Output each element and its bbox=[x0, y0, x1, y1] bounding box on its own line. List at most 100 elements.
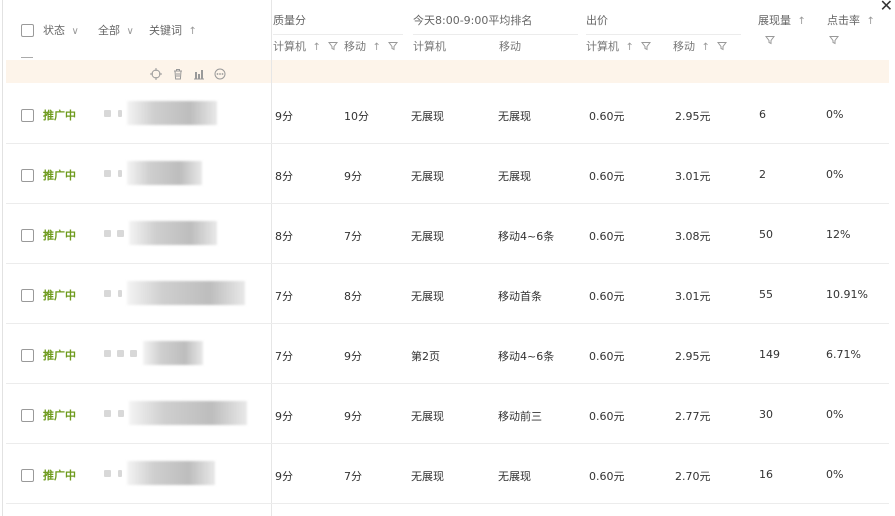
pc-rank: 无展现 bbox=[411, 230, 444, 243]
row-checkbox[interactable] bbox=[21, 229, 34, 242]
filter-icon[interactable] bbox=[717, 41, 728, 51]
row-checkbox[interactable] bbox=[21, 409, 34, 422]
pc-rank: 无展现 bbox=[411, 110, 444, 123]
more-icon[interactable] bbox=[214, 65, 226, 80]
redacted-keyword[interactable] bbox=[127, 161, 202, 185]
filter-icon[interactable] bbox=[328, 41, 339, 51]
pc-bid[interactable]: 0.60元 bbox=[589, 468, 625, 484]
mobile-bid[interactable]: 2.70元 bbox=[675, 468, 711, 484]
row-checkbox[interactable] bbox=[21, 169, 34, 182]
pc-score: 9分 bbox=[275, 410, 293, 423]
close-icon[interactable]: ✕ bbox=[880, 0, 893, 14]
table-row: 推广中 8分 9分 无展现 无展现 0.60元 3.01元 2 0% bbox=[3, 144, 895, 204]
redacted-keyword-mark bbox=[104, 350, 111, 357]
rank-mobile-label: 移动 bbox=[499, 40, 521, 53]
table-row: 推广中 9分 10分 无展现 无展现 0.60元 2.95元 6 0% bbox=[3, 84, 895, 144]
sort-arrow-icon: ↑ bbox=[797, 16, 806, 27]
mobile-bid[interactable]: 3.08元 bbox=[675, 228, 711, 244]
row-status[interactable]: 推广中 bbox=[43, 107, 76, 123]
filter-icon[interactable] bbox=[765, 35, 775, 45]
row-status[interactable]: 推广中 bbox=[43, 347, 76, 363]
redacted-keyword-mark bbox=[104, 410, 111, 417]
row-status[interactable]: 推广中 bbox=[43, 467, 76, 483]
chevron-down-icon: ∨ bbox=[71, 26, 79, 37]
row-status[interactable]: 推广中 bbox=[43, 227, 76, 243]
filter-icon[interactable] bbox=[388, 41, 399, 51]
bid-mobile-label: 移动 bbox=[673, 40, 695, 53]
pc-bid[interactable]: 0.60元 bbox=[589, 408, 625, 424]
impressions-sort[interactable]: 展现量 ↑ bbox=[758, 12, 806, 28]
bar-chart-icon[interactable] bbox=[193, 65, 205, 80]
redacted-keyword[interactable] bbox=[127, 281, 245, 305]
mobile-bid[interactable]: 3.01元 bbox=[675, 168, 711, 184]
pc-bid[interactable]: 0.60元 bbox=[589, 228, 625, 244]
ctr: 0% bbox=[826, 108, 844, 121]
mobile-bid[interactable]: 2.77元 bbox=[675, 408, 711, 424]
redacted-keyword[interactable] bbox=[129, 401, 247, 425]
pc-bid[interactable]: 0.60元 bbox=[589, 108, 625, 124]
bulk-toolbar bbox=[6, 60, 889, 83]
mobile-rank: 移动4~6条 bbox=[498, 350, 555, 363]
ctr-sort[interactable]: 点击率 ↑ bbox=[827, 12, 875, 28]
row-checkbox[interactable] bbox=[21, 289, 34, 302]
ctr-filter[interactable] bbox=[825, 34, 839, 47]
filter-icon[interactable] bbox=[641, 41, 652, 51]
redacted-keyword[interactable] bbox=[127, 461, 215, 485]
ctr-header-label: 点击率 bbox=[827, 14, 860, 27]
collapse-indicator[interactable] bbox=[21, 57, 33, 58]
row-checkbox[interactable] bbox=[21, 349, 34, 362]
crosshair-icon[interactable] bbox=[150, 65, 162, 80]
all-filter[interactable]: 全部 ∨ bbox=[98, 22, 134, 38]
impressions-filter[interactable] bbox=[761, 34, 775, 47]
mobile-score: 7分 bbox=[344, 470, 362, 483]
sort-arrow-icon: ↑ bbox=[312, 42, 321, 53]
row-checkbox[interactable] bbox=[21, 109, 34, 122]
mobile-bid[interactable]: 2.95元 bbox=[675, 108, 711, 124]
mobile-score: 7分 bbox=[344, 230, 362, 243]
keyword-sort[interactable]: 关键词 ↑ bbox=[149, 22, 197, 38]
redacted-keyword-mark bbox=[118, 410, 124, 417]
row-status[interactable]: 推广中 bbox=[43, 167, 76, 183]
chevron-down-icon: ∨ bbox=[126, 26, 134, 37]
mobile-rank: 无展现 bbox=[498, 110, 531, 123]
bid-pc-sort[interactable]: 计算机 ↑ bbox=[586, 38, 652, 54]
redacted-keyword-mark bbox=[118, 110, 122, 117]
ctr: 10.91% bbox=[826, 288, 868, 301]
quality-pc-sort[interactable]: 计算机 ↑ bbox=[273, 38, 339, 54]
sort-arrow-icon: ↑ bbox=[188, 26, 197, 37]
pc-bid[interactable]: 0.60元 bbox=[589, 168, 625, 184]
row-checkbox[interactable] bbox=[21, 469, 34, 482]
mobile-score: 10分 bbox=[344, 110, 369, 123]
table-row: 推广中 7分 9分 第2页 移动4~6条 0.60元 2.95元 149 6.7… bbox=[3, 324, 895, 384]
mobile-rank: 无展现 bbox=[498, 470, 531, 483]
mobile-bid[interactable]: 3.01元 bbox=[675, 288, 711, 304]
pc-rank: 无展现 bbox=[411, 410, 444, 423]
pc-score: 9分 bbox=[275, 110, 293, 123]
mobile-bid[interactable]: 2.95元 bbox=[675, 348, 711, 364]
status-filter[interactable]: 状态 ∨ bbox=[43, 22, 79, 38]
redacted-keyword-mark bbox=[104, 290, 111, 297]
ctr: 12% bbox=[826, 228, 851, 241]
keyword-header-label: 关键词 bbox=[149, 24, 182, 37]
redacted-keyword[interactable] bbox=[143, 341, 203, 365]
redacted-keyword[interactable] bbox=[127, 101, 217, 125]
redacted-keyword-mark bbox=[104, 110, 111, 117]
pc-bid[interactable]: 0.60元 bbox=[589, 348, 625, 364]
row-status[interactable]: 推广中 bbox=[43, 407, 76, 423]
pc-rank: 无展现 bbox=[411, 290, 444, 303]
redacted-keyword-mark bbox=[117, 350, 124, 357]
sort-arrow-icon: ↑ bbox=[625, 42, 634, 53]
quality-mobile-sort[interactable]: 移动 ↑ bbox=[344, 38, 399, 54]
redacted-keyword-mark bbox=[104, 230, 111, 237]
redacted-keyword[interactable] bbox=[129, 221, 217, 245]
select-all-checkbox[interactable] bbox=[21, 24, 34, 37]
trash-icon[interactable] bbox=[172, 65, 184, 80]
bid-mobile-sort[interactable]: 移动 ↑ bbox=[673, 38, 728, 54]
sort-arrow-icon: ↑ bbox=[701, 42, 710, 53]
redacted-keyword-mark bbox=[104, 170, 111, 177]
filter-icon[interactable] bbox=[829, 35, 839, 45]
impressions: 50 bbox=[759, 228, 773, 241]
row-status[interactable]: 推广中 bbox=[43, 287, 76, 303]
rank-today-header: 今天8:00-9:00平均排名 bbox=[413, 14, 533, 27]
pc-bid[interactable]: 0.60元 bbox=[589, 288, 625, 304]
